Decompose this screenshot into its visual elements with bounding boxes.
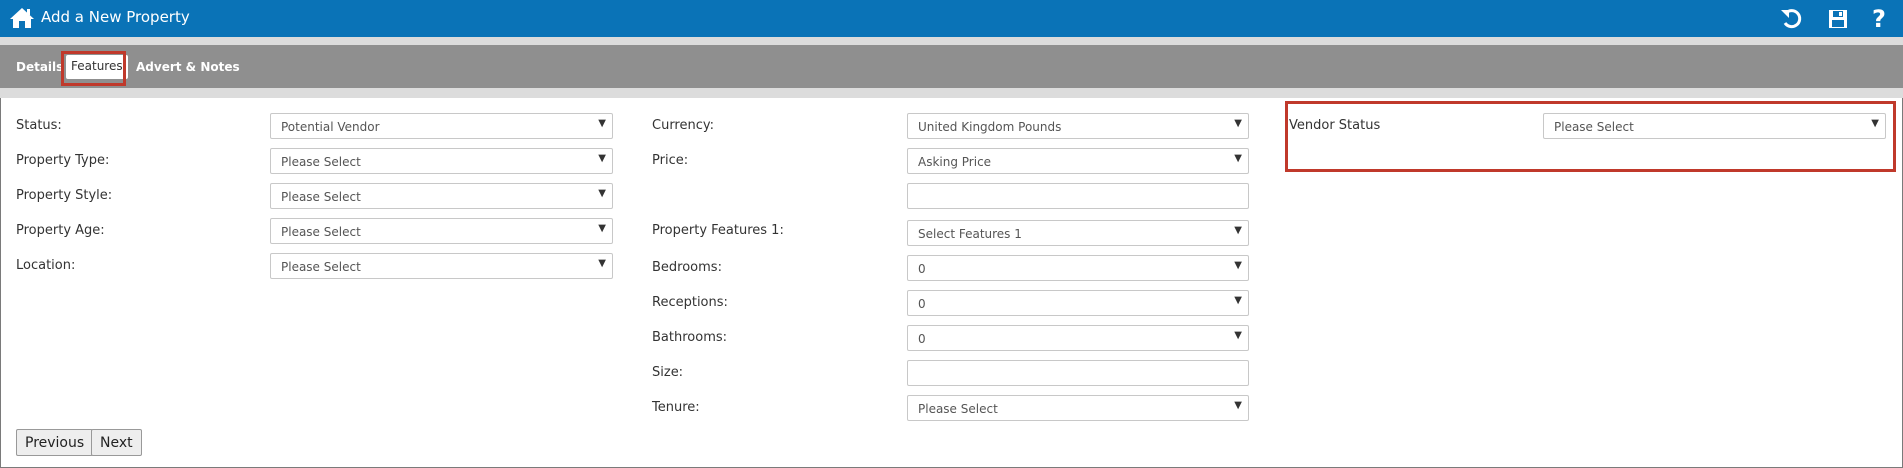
chevron-down-icon: ▼	[1234, 330, 1242, 341]
tab-advert-notes[interactable]: Advert & Notes	[136, 60, 240, 74]
previous-button[interactable]: Previous	[16, 429, 94, 456]
tenure-value: Please Select	[918, 402, 998, 416]
bedrooms-label: Bedrooms:	[652, 260, 722, 275]
property-style-value: Please Select	[281, 190, 361, 204]
receptions-value: 0	[918, 297, 926, 311]
status-select[interactable]: Potential Vendor ▼	[270, 113, 613, 139]
chevron-down-icon: ▼	[598, 153, 606, 164]
tenure-label: Tenure:	[652, 400, 700, 415]
bedrooms-select[interactable]: 0 ▼	[907, 255, 1249, 281]
location-select[interactable]: Please Select ▼	[270, 253, 613, 279]
currency-label: Currency:	[652, 118, 715, 133]
property-type-label: Property Type:	[16, 153, 110, 168]
chevron-down-icon: ▼	[598, 118, 606, 129]
property-features-value: Select Features 1	[918, 227, 1022, 241]
property-features-select[interactable]: Select Features 1 ▼	[907, 220, 1249, 246]
tab-details[interactable]: Details	[16, 60, 63, 74]
bathrooms-label: Bathrooms:	[652, 330, 728, 345]
status-value: Potential Vendor	[281, 120, 380, 134]
page-title: Add a New Property	[41, 8, 190, 26]
price-label: Price:	[652, 153, 689, 168]
currency-value: United Kingdom Pounds	[918, 120, 1062, 134]
chevron-down-icon: ▼	[598, 188, 606, 199]
location-label: Location:	[16, 258, 76, 273]
receptions-select[interactable]: 0 ▼	[907, 290, 1249, 316]
receptions-label: Receptions:	[652, 295, 728, 310]
tab-bar: Details Features Advert & Notes	[0, 45, 1903, 88]
save-icon[interactable]	[1825, 6, 1851, 32]
property-age-label: Property Age:	[16, 223, 105, 238]
property-style-label: Property Style:	[16, 188, 113, 203]
tab-divider	[0, 88, 1903, 98]
chevron-down-icon: ▼	[1234, 260, 1242, 271]
app-header: Add a New Property ?	[0, 0, 1903, 37]
property-type-select[interactable]: Please Select ▼	[270, 148, 613, 174]
property-age-value: Please Select	[281, 225, 361, 239]
bathrooms-select[interactable]: 0 ▼	[907, 325, 1249, 351]
chevron-down-icon: ▼	[1234, 400, 1242, 411]
property-type-value: Please Select	[281, 155, 361, 169]
home-icon[interactable]	[9, 6, 35, 30]
currency-select[interactable]: United Kingdom Pounds ▼	[907, 113, 1249, 139]
chevron-down-icon: ▼	[1234, 153, 1242, 164]
location-value: Please Select	[281, 260, 361, 274]
chevron-down-icon: ▼	[1234, 295, 1242, 306]
size-input[interactable]	[907, 360, 1249, 386]
vendor-status-highlight	[1285, 101, 1896, 172]
chevron-down-icon: ▼	[598, 223, 606, 234]
header-divider	[0, 37, 1903, 45]
features-tab-highlight	[61, 51, 126, 86]
chevron-down-icon: ▼	[1234, 225, 1242, 236]
next-button[interactable]: Next	[91, 429, 142, 456]
property-age-select[interactable]: Please Select ▼	[270, 218, 613, 244]
size-label: Size:	[652, 365, 684, 380]
property-features-label: Property Features 1:	[652, 223, 784, 238]
chevron-down-icon: ▼	[1234, 118, 1242, 129]
price-type-select[interactable]: Asking Price ▼	[907, 148, 1249, 174]
status-label: Status:	[16, 118, 62, 133]
bathrooms-value: 0	[918, 332, 926, 346]
price-amount-input[interactable]	[907, 183, 1249, 209]
help-icon[interactable]: ?	[1866, 5, 1892, 33]
property-style-select[interactable]: Please Select ▼	[270, 183, 613, 209]
tenure-select[interactable]: Please Select ▼	[907, 395, 1249, 421]
price-type-value: Asking Price	[918, 155, 992, 169]
bedrooms-value: 0	[918, 262, 926, 276]
undo-icon[interactable]	[1780, 6, 1806, 32]
chevron-down-icon: ▼	[598, 258, 606, 269]
